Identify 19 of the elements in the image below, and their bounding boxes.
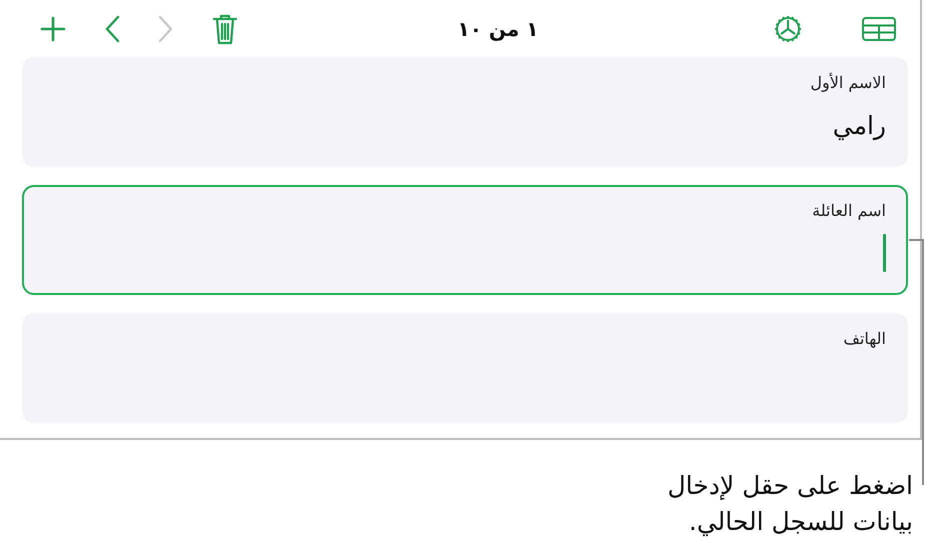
add-icon [40,16,66,42]
record-counter: ١ من ١٠ [458,16,538,40]
callout-text: اضغط على حقل لإدخال بيانات للسجل الحالي. [666,470,913,538]
trash-icon [212,12,238,44]
field-label: اسم العائلة [812,201,886,220]
text-field[interactable]: الاسم الأول رامي [22,57,908,167]
field-label: الهاتف [843,329,886,348]
forward-icon [158,14,174,42]
field-value: رامي [832,110,886,140]
text-field[interactable]: الهاتف [22,313,908,423]
table-icon [862,16,896,40]
field-label: الاسم الأول [810,73,886,92]
text-cursor [883,234,886,272]
text-field[interactable]: اسم العائلة [22,185,908,295]
back-icon [104,14,120,42]
back-button[interactable] [104,14,120,42]
table-button[interactable] [862,16,896,40]
delete-button[interactable] [212,12,238,44]
add-button[interactable] [40,16,66,42]
